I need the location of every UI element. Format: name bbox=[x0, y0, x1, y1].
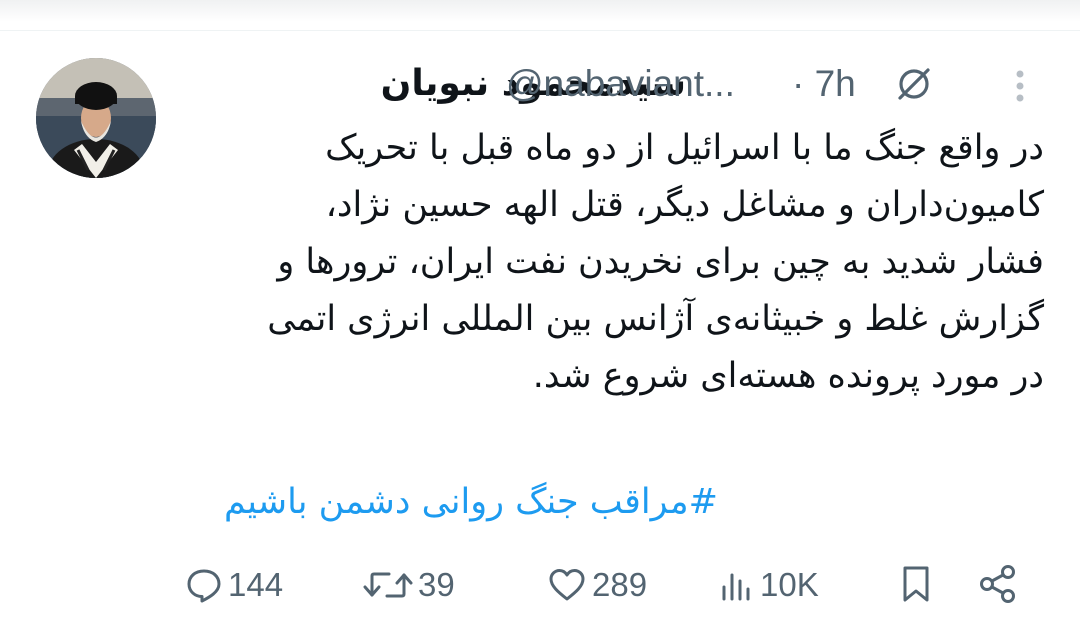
retweet-count: 39 bbox=[418, 566, 455, 603]
previous-post-fade bbox=[0, 0, 1080, 22]
action-bar: 144 39 289 10K bbox=[186, 560, 1036, 610]
tweet-page: سیدمحمود نبویان @nabaviant... · 7h در وا… bbox=[0, 0, 1080, 622]
views-button[interactable]: 10K bbox=[720, 560, 830, 610]
like-count: 289 bbox=[592, 566, 648, 603]
views-count: 10K bbox=[760, 566, 819, 603]
reply-icon bbox=[187, 569, 221, 603]
reply-button[interactable]: 144 bbox=[186, 560, 306, 610]
hashtag-link[interactable]: #مراقب جنگ روانی دشمن باشیم bbox=[188, 474, 718, 531]
grok-icon[interactable] bbox=[894, 64, 934, 104]
avatar-image bbox=[36, 58, 156, 178]
avatar[interactable] bbox=[36, 58, 156, 178]
share-button[interactable] bbox=[976, 560, 1026, 610]
bookmark-icon bbox=[903, 566, 929, 602]
reply-count: 144 bbox=[228, 566, 284, 603]
bookmark-button[interactable] bbox=[898, 560, 938, 610]
retweet-icon bbox=[363, 572, 413, 598]
tweet-header: سیدمحمود نبویان @nabaviant... · 7h bbox=[188, 56, 1038, 110]
more-vertical-icon[interactable] bbox=[1010, 66, 1030, 106]
like-button[interactable]: 289 bbox=[548, 560, 668, 610]
views-chart-icon bbox=[722, 573, 750, 601]
share-icon bbox=[980, 565, 1015, 603]
heart-icon bbox=[549, 569, 585, 601]
tweet-text: در واقع جنگ ما با اسرائیل از دو ماه قبل … bbox=[267, 128, 1044, 396]
top-divider bbox=[0, 30, 1080, 31]
post-time[interactable]: · 7h bbox=[792, 58, 856, 110]
retweet-button[interactable]: 39 bbox=[362, 560, 472, 610]
author-handle[interactable]: @nabaviant... bbox=[506, 58, 735, 110]
